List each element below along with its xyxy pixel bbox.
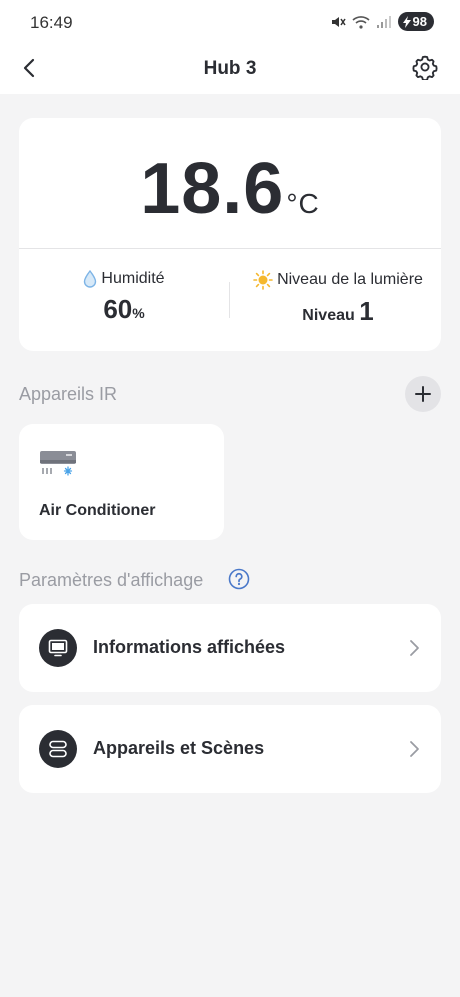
temperature-value: 18.6 — [140, 149, 285, 229]
mute-icon — [331, 16, 346, 27]
help-icon[interactable] — [228, 568, 250, 590]
plus-icon — [415, 386, 431, 402]
sensor-card: 18.6°C Humidité 60% Niveau de la lumière… — [19, 118, 441, 351]
chevron-right-icon — [410, 640, 419, 656]
divider — [19, 248, 441, 249]
humidity-value: 60 — [103, 294, 133, 324]
temperature-reading: 18.6°C — [19, 148, 441, 230]
page-title: Hub 3 — [203, 58, 257, 79]
humidity-unit: % — [132, 305, 145, 321]
battery-indicator: 98 — [397, 12, 434, 31]
sun-icon — [253, 270, 273, 290]
light-value: 1 — [359, 296, 374, 326]
displayed-info-row[interactable]: Informations affichées — [19, 604, 441, 692]
chevron-right-icon — [410, 741, 419, 757]
charging-icon — [402, 15, 411, 28]
air-conditioner-icon — [40, 451, 76, 476]
humidity-metric: Humidité 60% — [29, 270, 219, 325]
row-label: Appareils et Scènes — [93, 738, 265, 758]
monitor-icon — [39, 629, 77, 667]
device-name: Air Conditioner — [39, 502, 156, 519]
add-device-button[interactable] — [405, 376, 441, 412]
gear-icon[interactable] — [412, 54, 438, 80]
status-time: 16:49 — [30, 13, 73, 32]
humidity-label: Humidité — [101, 270, 165, 287]
signal-icon — [376, 15, 391, 28]
display-section-title: Paramètres d'affichage — [19, 570, 204, 590]
devices-scenes-row[interactable]: Appareils et Scènes — [19, 705, 441, 793]
header-bar: Hub 3 — [0, 46, 460, 94]
wifi-icon — [351, 15, 370, 29]
temperature-unit: °C — [286, 188, 320, 219]
ir-device-card[interactable]: Air Conditioner — [19, 424, 224, 540]
light-prefix: Niveau — [302, 307, 355, 324]
battery-level: 98 — [412, 14, 427, 29]
devices-scenes-icon — [39, 730, 77, 768]
light-metric: Niveau de la lumière Niveau 1 — [243, 270, 433, 327]
status-bar: 16:49 98 — [0, 0, 460, 46]
divider — [229, 282, 230, 318]
water-drop-icon — [84, 270, 97, 288]
ir-section-title: Appareils IR — [19, 384, 118, 404]
status-icons: 98 — [330, 12, 434, 31]
row-label: Informations affichées — [93, 637, 286, 657]
light-label: Niveau de la lumière — [277, 271, 423, 288]
